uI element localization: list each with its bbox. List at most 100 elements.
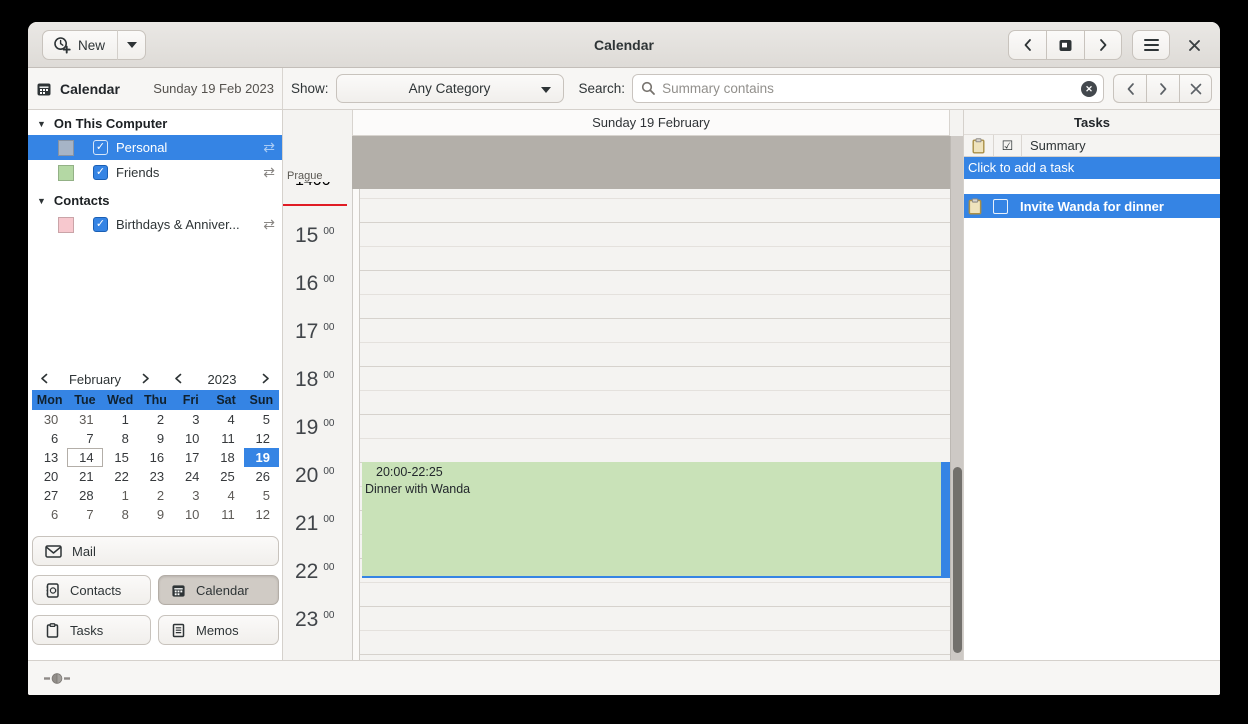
calendar-checkbox[interactable]: ✓ bbox=[93, 217, 108, 232]
task-type-column-icon[interactable] bbox=[964, 135, 994, 156]
calendar-list-item[interactable]: ✓Friends⇄ bbox=[28, 160, 282, 185]
search-input[interactable] bbox=[662, 81, 1075, 96]
mini-calendar-day[interactable]: 1 bbox=[103, 486, 138, 505]
online-status-icon[interactable] bbox=[44, 672, 70, 685]
mini-calendar-day[interactable]: 6 bbox=[32, 429, 67, 448]
mini-calendar-day[interactable]: 11 bbox=[208, 429, 243, 448]
task-row[interactable]: Invite Wanda for dinner bbox=[964, 194, 1220, 218]
mini-calendar-day[interactable]: 10 bbox=[173, 429, 208, 448]
tasks-column-headers[interactable]: ☑ Summary bbox=[964, 134, 1220, 157]
mini-calendar-day[interactable]: 6 bbox=[32, 505, 67, 524]
mini-calendar-day[interactable]: 19 bbox=[244, 448, 279, 467]
mini-calendar-day[interactable]: 4 bbox=[208, 410, 243, 429]
mini-calendar-day[interactable]: 22 bbox=[103, 467, 138, 486]
mini-calendar-day[interactable]: 9 bbox=[138, 505, 173, 524]
mini-calendar-day[interactable]: 16 bbox=[138, 448, 173, 467]
mini-calendar-day[interactable]: 26 bbox=[244, 467, 279, 486]
summary-column-header[interactable]: Summary bbox=[1022, 138, 1086, 153]
show-label: Show: bbox=[291, 81, 329, 96]
calendar-list-item[interactable]: ✓Personal⇄ bbox=[28, 135, 282, 160]
mini-calendar-day[interactable]: 21 bbox=[67, 467, 102, 486]
allday-section[interactable] bbox=[352, 136, 950, 189]
mini-calendar-day[interactable]: 5 bbox=[244, 410, 279, 429]
day-view-scrollbar[interactable] bbox=[950, 136, 963, 660]
calendar-event[interactable]: 20:00-22:25 Dinner with Wanda bbox=[362, 462, 950, 578]
mini-calendar-day[interactable]: 23 bbox=[138, 467, 173, 486]
mini-calendar-day[interactable]: 14 bbox=[67, 448, 102, 467]
search-next-button[interactable] bbox=[1146, 74, 1179, 103]
switcher-tasks-label: Tasks bbox=[70, 623, 103, 638]
day-grid[interactable]: 20:00-22:25 Dinner with Wanda bbox=[352, 136, 950, 660]
mini-calendar-day[interactable]: 4 bbox=[208, 486, 243, 505]
event-selection-bar[interactable] bbox=[941, 462, 950, 576]
day-view-header[interactable]: Sunday 19 February bbox=[352, 110, 950, 136]
mini-calendar-day[interactable]: 8 bbox=[103, 429, 138, 448]
mini-calendar-day[interactable]: 17 bbox=[173, 448, 208, 467]
search-box[interactable]: ✕ bbox=[632, 74, 1104, 103]
mini-calendar-day[interactable]: 11 bbox=[208, 505, 243, 524]
switcher-memos-button[interactable]: Memos bbox=[158, 615, 279, 645]
tasks-icon bbox=[45, 623, 60, 638]
prev-year-button[interactable] bbox=[166, 372, 190, 387]
mini-calendar-day[interactable]: 27 bbox=[32, 486, 67, 505]
new-dropdown-button[interactable] bbox=[117, 30, 146, 60]
grid-line bbox=[360, 294, 950, 295]
prev-month-button[interactable] bbox=[32, 372, 56, 387]
search-previous-button[interactable] bbox=[1113, 74, 1146, 103]
switcher-tasks-button[interactable]: Tasks bbox=[32, 615, 151, 645]
calendar-list-item[interactable]: ✓Birthdays & Anniver...⇄ bbox=[28, 212, 282, 237]
expander-icon[interactable]: ▼ bbox=[37, 119, 46, 129]
previous-button[interactable] bbox=[1008, 30, 1046, 60]
mini-calendar-day[interactable]: 1 bbox=[103, 410, 138, 429]
search-close-button[interactable] bbox=[1179, 74, 1212, 103]
switcher-calendar-button[interactable]: Calendar bbox=[158, 575, 279, 605]
calendar-group-header[interactable]: ▼Contacts bbox=[28, 189, 282, 212]
grid-line bbox=[360, 198, 950, 199]
mini-calendar-day[interactable]: 12 bbox=[244, 505, 279, 524]
scrollbar-thumb[interactable] bbox=[953, 467, 962, 653]
mini-calendar-day[interactable]: 25 bbox=[208, 467, 243, 486]
add-task-row[interactable]: Click to add a task bbox=[964, 157, 1220, 179]
next-button[interactable] bbox=[1084, 30, 1122, 60]
mini-calendar-day[interactable]: 9 bbox=[138, 429, 173, 448]
today-button[interactable] bbox=[1046, 30, 1084, 60]
expander-icon[interactable]: ▼ bbox=[37, 196, 46, 206]
menu-button[interactable] bbox=[1132, 30, 1170, 60]
grid-line bbox=[360, 390, 950, 391]
switcher-contacts-button[interactable]: Contacts bbox=[32, 575, 151, 605]
mini-calendar-day[interactable]: 12 bbox=[244, 429, 279, 448]
window-close-button[interactable] bbox=[1178, 30, 1210, 60]
mini-calendar-day[interactable]: 7 bbox=[67, 505, 102, 524]
calendar-group-header[interactable]: ▼On This Computer bbox=[28, 112, 282, 135]
mini-calendar-day[interactable]: 3 bbox=[173, 410, 208, 429]
clear-search-icon[interactable]: ✕ bbox=[1081, 81, 1097, 97]
switcher-mail-button[interactable]: Mail bbox=[32, 536, 279, 566]
evolution-window: Calendar New bbox=[28, 22, 1220, 695]
category-filter-dropdown[interactable]: Any Category bbox=[336, 74, 564, 103]
hour-label: 2000 bbox=[295, 464, 334, 487]
mini-calendar-day[interactable]: 3 bbox=[173, 486, 208, 505]
mini-calendar-day[interactable]: 2 bbox=[138, 486, 173, 505]
mini-calendar-day[interactable]: 28 bbox=[67, 486, 102, 505]
mini-calendar-day[interactable]: 31 bbox=[67, 410, 102, 429]
new-button[interactable]: New bbox=[42, 30, 117, 60]
mini-calendar-day[interactable]: 15 bbox=[103, 448, 138, 467]
clipboard-icon bbox=[968, 198, 982, 215]
next-year-button[interactable] bbox=[254, 372, 278, 387]
next-month-button[interactable] bbox=[134, 372, 158, 387]
mini-calendar-day[interactable]: 5 bbox=[244, 486, 279, 505]
task-complete-column-icon[interactable]: ☑ bbox=[994, 135, 1022, 156]
mini-calendar-day[interactable]: 2 bbox=[138, 410, 173, 429]
mini-calendar-day[interactable]: 7 bbox=[67, 429, 102, 448]
task-checkbox[interactable] bbox=[993, 199, 1008, 214]
hour-label: 1500 bbox=[295, 224, 334, 247]
mini-calendar-day[interactable]: 8 bbox=[103, 505, 138, 524]
mini-calendar-day[interactable]: 30 bbox=[32, 410, 67, 429]
calendar-checkbox[interactable]: ✓ bbox=[93, 140, 108, 155]
mini-calendar-day[interactable]: 20 bbox=[32, 467, 67, 486]
calendar-checkbox[interactable]: ✓ bbox=[93, 165, 108, 180]
mini-calendar-day[interactable]: 10 bbox=[173, 505, 208, 524]
mini-calendar-day[interactable]: 13 bbox=[32, 448, 67, 467]
mini-calendar-day[interactable]: 18 bbox=[208, 448, 243, 467]
mini-calendar-day[interactable]: 24 bbox=[173, 467, 208, 486]
